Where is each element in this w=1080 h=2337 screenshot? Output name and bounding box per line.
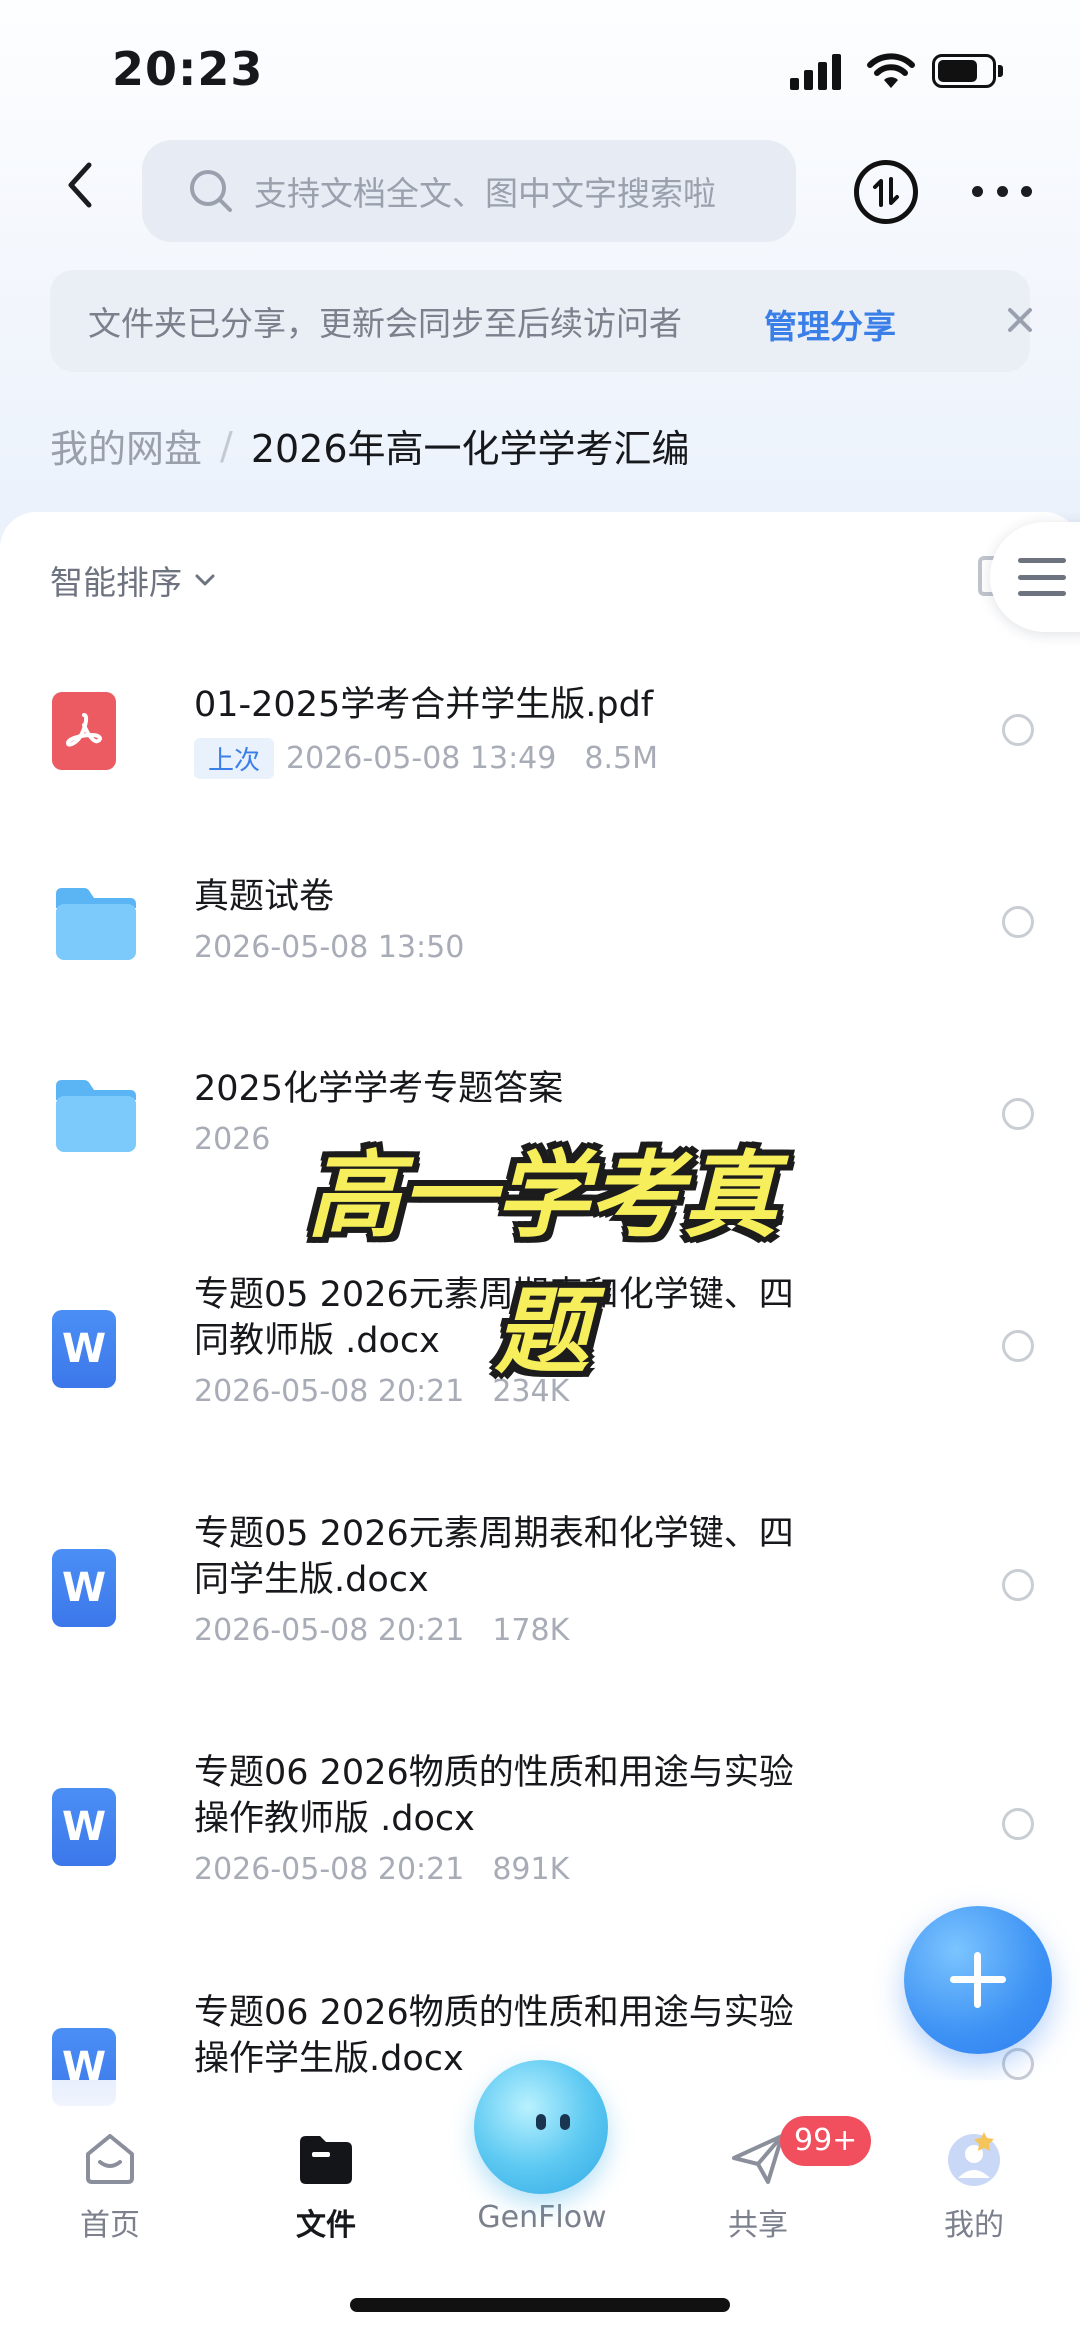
menu-lines-icon: [1018, 558, 1066, 596]
select-radio[interactable]: [1002, 1330, 1034, 1362]
share-notice: 文件夹已分享，更新会同步至后续访问者 管理分享: [50, 270, 1032, 372]
search-icon: [190, 170, 232, 212]
transfer-button[interactable]: [854, 160, 918, 224]
home-indicator: [350, 2298, 730, 2312]
file-name-line: 专题05 2026元素周期表和化学键、四: [194, 1514, 794, 1554]
file-date: 2026-05-08 13:50: [194, 930, 465, 965]
file-name-line: 专题06 2026物质的性质和用途与实验: [194, 1753, 794, 1793]
wifi-icon: [867, 53, 915, 88]
word-doc-icon: W: [52, 1310, 116, 1388]
more-dot-icon: [1021, 185, 1032, 197]
genflow-orb-icon[interactable]: [474, 2060, 608, 2194]
file-row[interactable]: W 专题05 2026元素周期表和化学键、四 同学生版.docx 2026-05…: [0, 1514, 1080, 1703]
folder-icon: [56, 1080, 136, 1152]
file-size: 891K: [492, 1852, 570, 1887]
breadcrumb-current: 2026年高一化学学考汇编: [250, 427, 690, 471]
file-name: 01-2025学考合并学生版.pdf: [194, 685, 654, 725]
select-radio[interactable]: [1002, 714, 1034, 746]
word-doc-icon: W: [52, 1549, 116, 1627]
avatar-icon: [948, 2132, 1000, 2186]
folder-icon: [300, 2136, 352, 2184]
sort-dropdown[interactable]: 智能排序: [50, 556, 216, 604]
back-button[interactable]: [50, 150, 110, 220]
plus-icon-vertical: [974, 1952, 981, 2008]
pdf-symbol-icon: [65, 713, 102, 747]
search-input[interactable]: 支持文档全文、图中文字搜索啦: [142, 140, 796, 242]
file-row[interactable]: W 专题06 2026物质的性质和用途与实验 操作教师版 .docx 2026-…: [0, 1753, 1080, 1942]
file-name: 专题06 2026物质的性质和用途与实验 操作教师版 .docx: [194, 1750, 894, 1842]
more-dot-icon: [996, 185, 1008, 197]
nav-label: 我的: [944, 2208, 1004, 2243]
select-radio[interactable]: [1002, 1569, 1034, 1601]
status-bar: 20:23: [0, 0, 1080, 130]
file-meta: 2026: [194, 1122, 270, 1157]
close-icon[interactable]: [1000, 300, 1040, 340]
orb-eye: [560, 2114, 570, 2130]
nav-item-files[interactable]: 文件: [246, 2080, 406, 2243]
file-name-line: 操作教师版 .docx: [194, 1799, 475, 1839]
pdf-icon: [52, 692, 116, 770]
file-row[interactable]: 真题试卷 2026-05-08 13:50: [0, 877, 1080, 1004]
breadcrumb-root[interactable]: 我的网盘: [50, 418, 202, 473]
manage-share-link[interactable]: 管理分享: [764, 300, 896, 348]
nav-label: 共享: [728, 2208, 788, 2243]
select-radio[interactable]: [1002, 1808, 1034, 1840]
folder-icon: [56, 888, 136, 960]
file-row[interactable]: 01-2025学考合并学生版.pdf 上次 2026-05-08 13:49 8…: [0, 685, 1080, 812]
file-name-line: 专题06 2026物质的性质和用途与实验: [194, 1993, 794, 2033]
share-notice-text: 文件夹已分享，更新会同步至后续访问者: [88, 304, 682, 343]
status-time: 20:23: [112, 42, 264, 96]
nav-label: GenFlow: [477, 2200, 607, 2235]
file-name-line: 同学生版.docx: [194, 1560, 429, 1600]
notification-badge: 99+: [780, 2116, 872, 2166]
file-meta: 2026-05-08 13:50: [194, 930, 464, 965]
transfer-arrows-icon: [873, 177, 899, 207]
file-name: 2025化学学考专题答案: [194, 1069, 564, 1109]
orb-eye: [536, 2114, 546, 2130]
add-button[interactable]: [904, 1906, 1052, 2054]
file-name: 真题试卷: [194, 877, 335, 917]
breadcrumb: 我的网盘 / 2026年高一化学学考汇编: [50, 418, 690, 473]
nav-label: 首页: [80, 2208, 140, 2243]
nav-item-home[interactable]: 首页: [30, 2080, 190, 2243]
paper-plane-icon: [732, 2134, 784, 2184]
overlay-caption: 高一学考真题: [306, 1142, 777, 1387]
select-radio[interactable]: [1002, 906, 1034, 938]
more-dot-icon: [972, 185, 983, 197]
recent-tag: 上次: [194, 738, 275, 779]
file-date: 2026-05-08 20:21: [194, 1852, 465, 1887]
cellular-signal-icon: [790, 52, 844, 90]
file-meta: 上次 2026-05-08 13:49 8.5M: [194, 738, 658, 779]
nav-label: 文件: [296, 2208, 356, 2243]
list-view-toggle[interactable]: [990, 522, 1080, 632]
chevron-down-icon: [195, 574, 215, 586]
more-button[interactable]: [972, 176, 1032, 206]
sort-label: 智能排序: [50, 563, 182, 602]
search-placeholder: 支持文档全文、图中文字搜索啦: [254, 174, 716, 213]
file-name: 专题05 2026元素周期表和化学键、四 同学生版.docx: [194, 1511, 894, 1603]
word-doc-icon: W: [52, 1788, 116, 1866]
select-radio[interactable]: [1002, 1098, 1034, 1130]
file-size: 8.5M: [584, 741, 658, 776]
select-radio[interactable]: [1002, 2048, 1034, 2080]
file-meta: 2026-05-08 20:21 178K: [194, 1613, 569, 1648]
file-date: 2026-05-08 13:49: [286, 741, 557, 776]
file-size: 178K: [492, 1613, 570, 1648]
nav-item-me[interactable]: 我的: [894, 2080, 1054, 2243]
file-date: 2026-05-08 20:21: [194, 1613, 465, 1648]
battery-icon: [932, 54, 1004, 88]
file-meta: 2026-05-08 20:21 891K: [194, 1852, 569, 1887]
home-icon: [86, 2134, 134, 2184]
breadcrumb-separator: /: [220, 423, 233, 468]
file-date: 2026: [194, 1122, 271, 1157]
chevron-left-icon: [68, 162, 92, 208]
